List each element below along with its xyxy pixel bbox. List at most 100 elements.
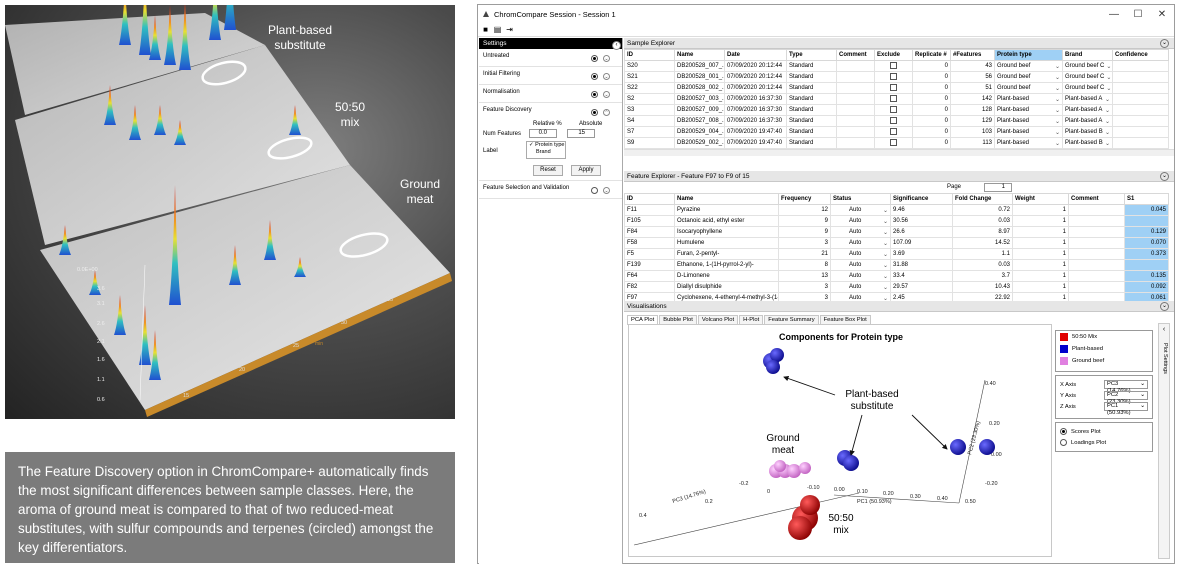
column-header-protein-type[interactable]: Protein type [994, 49, 1063, 61]
column-header-frequency[interactable]: Frequency [778, 193, 831, 205]
exclude-checkbox[interactable] [890, 62, 897, 70]
cell[interactable] [874, 82, 913, 94]
column-header-status[interactable]: Status [830, 193, 891, 205]
cell[interactable]: Ground beef C ⌄ [1062, 82, 1113, 94]
maximize-button[interactable]: ☐ [1126, 9, 1150, 20]
column-header-id[interactable]: ID [624, 49, 675, 61]
column-header-date[interactable]: Date [724, 49, 787, 61]
page-input[interactable]: 1 [984, 183, 1012, 192]
radio-initial-filtering[interactable] [591, 73, 598, 80]
cell[interactable]: Plant-based ⌄ [994, 93, 1063, 105]
chevron-left-icon[interactable]: ‹ [1159, 326, 1169, 333]
table-row[interactable]: F11 Pyrazine 12 Auto ⌄ 9.46 0.72 1 0.045 [624, 204, 1169, 216]
minimize-button[interactable]: — [1102, 9, 1126, 20]
column-header--features[interactable]: #Features [950, 49, 995, 61]
pca-point[interactable] [770, 348, 784, 362]
radio-untreated[interactable] [591, 55, 598, 62]
chevron-down-icon[interactable]: ⌄ [603, 55, 610, 62]
chevron-down-icon[interactable]: ⌄ [603, 73, 610, 80]
table-row[interactable]: F105 Octanoic acid, ethyl ester 9 Auto ⌄ 30.5… [624, 215, 1169, 227]
radio-feature-discovery[interactable] [591, 109, 598, 116]
axis-select[interactable]: PC2 (23.30%) ⌄ [1104, 391, 1148, 405]
table-row[interactable]: S9 DB200529_002_... 07/09/2020 19:47:40 Sta… [624, 137, 1169, 149]
column-header-id[interactable]: ID [624, 193, 675, 205]
pca-point[interactable] [800, 495, 820, 515]
table-row[interactable]: F82 Diallyl disulphide 3 Auto ⌄ 29.57 10.43 1 0.… [624, 281, 1169, 293]
table-row[interactable]: F5 Furan, 2-pentyl- 21 Auto ⌄ 3.69 1.1 1 0.373 [624, 248, 1169, 260]
cell[interactable]: Plant-based B ⌄ [1062, 126, 1113, 138]
settings-item-feature-discovery[interactable]: Feature Discovery ⌃ Relative % Absolute … [479, 103, 622, 181]
column-header-name[interactable]: Name [674, 193, 779, 205]
cell[interactable]: Ground beef ⌄ [994, 71, 1063, 83]
exclude-checkbox[interactable] [890, 95, 897, 103]
absolute-input[interactable]: 15 [567, 129, 595, 138]
cell[interactable]: Plant-based ⌄ [994, 115, 1063, 127]
cell[interactable]: Ground beef C ⌄ [1062, 71, 1113, 83]
cell[interactable]: Plant-based B ⌄ [1062, 137, 1113, 149]
plot-settings-sidebar[interactable]: ‹ Plot Settings [1158, 323, 1170, 559]
column-header-fold-change[interactable]: Fold Change [952, 193, 1013, 205]
pca-point[interactable] [774, 460, 786, 472]
collapse-icon[interactable]: ⌄ [1160, 39, 1169, 48]
cell[interactable] [874, 126, 913, 138]
pca-point[interactable] [766, 360, 780, 374]
collapse-settings-button[interactable]: ‹ [612, 41, 621, 50]
cell[interactable]: Ground beef ⌄ [994, 60, 1063, 72]
cell[interactable] [874, 71, 913, 83]
cell[interactable]: Plant-based A ⌄ [1062, 104, 1113, 116]
exclude-checkbox[interactable] [890, 106, 897, 114]
table-row[interactable]: S21 DB200528_001_... 07/09/2020 20:12:44 St… [624, 71, 1169, 83]
collapse-icon[interactable]: ⌄ [1160, 172, 1169, 181]
cell[interactable]: Plant-based ⌄ [994, 126, 1063, 138]
column-header-name[interactable]: Name [674, 49, 725, 61]
cell[interactable] [874, 93, 913, 105]
table-row[interactable]: S20 DB200528_007_... 07/09/2020 20:12:44 St… [624, 60, 1169, 72]
pca-point[interactable] [799, 462, 811, 474]
settings-item-normalisation[interactable]: Normalisation ⌄ [479, 85, 622, 103]
table-row[interactable]: F64 D-Limonene 13 Auto ⌄ 33.4 3.7 1 0.135 [624, 270, 1169, 282]
label-option-protein[interactable]: Protein type [535, 142, 564, 148]
column-header-confidence[interactable]: Confidence [1112, 49, 1169, 61]
chevron-up-icon[interactable]: ⌃ [603, 109, 610, 116]
pca-point[interactable] [979, 439, 995, 455]
label-listbox[interactable]: ✓ Protein type Brand [526, 141, 566, 159]
reset-button[interactable]: Reset [533, 165, 563, 176]
cell[interactable] [874, 104, 913, 116]
label-option-brand[interactable]: Brand [529, 149, 565, 156]
cell[interactable] [874, 60, 913, 72]
print-icon[interactable]: ▤ [493, 25, 502, 34]
axis-select[interactable]: PC3 (14.76%) ⌄ [1104, 380, 1148, 394]
exclude-checkbox[interactable] [890, 139, 897, 147]
relative-input[interactable]: 0.0 [529, 129, 557, 138]
table-row[interactable]: F84 Isocaryophyllene 9 Auto ⌄ 26.6 8.97 1 0.129 [624, 226, 1169, 238]
cell[interactable]: Plant-based ⌄ [994, 137, 1063, 149]
save-icon[interactable]: ■ [481, 25, 490, 34]
cell[interactable]: Auto ⌄ [830, 215, 891, 227]
exclude-checkbox[interactable] [890, 117, 897, 125]
cell[interactable] [874, 115, 913, 127]
settings-item-initial-filtering[interactable]: Initial Filtering ⌄ [479, 67, 622, 85]
radio-normalisation[interactable] [591, 91, 598, 98]
axis-select[interactable]: PC1 (50.93%) ⌄ [1104, 402, 1148, 416]
column-header-weight[interactable]: Weight [1012, 193, 1069, 205]
close-button[interactable]: ✕ [1150, 9, 1174, 20]
cell[interactable]: Auto ⌄ [830, 204, 891, 216]
pca-point[interactable] [788, 516, 812, 540]
radio-feature-selection[interactable] [591, 187, 598, 194]
pca-plot[interactable]: Components for Protein type -0.10 0.00 0.1… [628, 324, 1052, 557]
column-header-comment[interactable]: Comment [1068, 193, 1125, 205]
cell[interactable]: Auto ⌄ [830, 281, 891, 293]
pca-point[interactable] [787, 464, 801, 478]
exclude-checkbox[interactable] [890, 73, 897, 81]
pca-point[interactable] [843, 455, 859, 471]
table-row[interactable]: S2 DB200527_003_... 07/09/2020 16:37:30 Sta… [624, 93, 1169, 105]
cell[interactable]: Plant-based A ⌄ [1062, 115, 1113, 127]
table-row[interactable]: S4 DB200527_008_... 07/09/2020 16:37:30 Sta… [624, 115, 1169, 127]
radio-button[interactable] [1060, 439, 1067, 446]
settings-item-feature-selection[interactable]: Feature Selection and Validation ⌄ [479, 181, 622, 199]
table-row[interactable]: F58 Humulene 3 Auto ⌄ 107.09 14.52 1 0.070 [624, 237, 1169, 249]
cell[interactable]: Auto ⌄ [830, 270, 891, 282]
cell[interactable]: Plant-based ⌄ [994, 104, 1063, 116]
radio-button[interactable] [1060, 428, 1067, 435]
cell[interactable]: Plant-based A ⌄ [1062, 93, 1113, 105]
